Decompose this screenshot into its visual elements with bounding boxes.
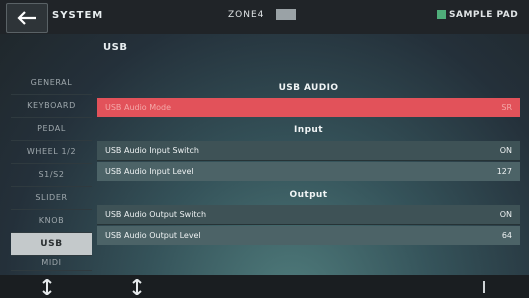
top-bar: SYSTEM ZONE4 SAMPLE PAD — [0, 0, 529, 34]
sidebar-item-general[interactable]: GENERAL — [11, 72, 92, 95]
output-level-label: USB Audio Output Level — [105, 231, 201, 240]
sidebar-item-s1s2[interactable]: S1/S2 — [11, 164, 92, 187]
input-switch-label: USB Audio Input Switch — [105, 146, 199, 155]
input-level-label: USB Audio Input Level — [105, 167, 194, 176]
sample-pad-indicator — [437, 10, 446, 19]
usb-audio-mode-label: USB Audio Mode — [105, 103, 172, 112]
zone-label: ZONE4 — [228, 10, 265, 20]
sidebar-item-wheel[interactable]: WHEEL 1/2 — [11, 141, 92, 164]
screen-title: SYSTEM — [52, 10, 104, 21]
input-level-value: 127 — [496, 167, 512, 176]
sidebar-item-midi[interactable]: MIDI — [11, 256, 92, 271]
usb-audio-mode-row[interactable]: USB Audio Mode SR — [97, 98, 520, 117]
input-section-title: Input — [294, 125, 323, 135]
up-down-arrow-icon — [42, 279, 52, 295]
sidebar-item-knob[interactable]: KNOB — [11, 210, 92, 233]
sample-pad-label: SAMPLE PAD — [449, 10, 519, 20]
output-switch-value: ON — [499, 210, 512, 219]
row-divider — [97, 224, 520, 225]
bottom-bar — [0, 275, 529, 298]
output-switch-label: USB Audio Output Switch — [105, 210, 207, 219]
usb-audio-mode-value: SR — [501, 103, 512, 112]
input-switch-row[interactable]: USB Audio Input Switch ON — [97, 141, 520, 160]
system-screen: SYSTEM ZONE4 SAMPLE PAD USB GENERAL KEYB… — [0, 0, 529, 298]
input-switch-value: ON — [499, 146, 512, 155]
knob1-assign[interactable] — [40, 279, 54, 295]
sidebar-item-keyboard[interactable]: KEYBOARD — [11, 95, 92, 118]
back-button[interactable] — [6, 3, 48, 33]
sidebar-item-usb[interactable]: USB — [11, 233, 92, 256]
knob2-assign[interactable] — [130, 279, 144, 295]
output-level-value: 64 — [501, 231, 512, 240]
output-switch-row[interactable]: USB Audio Output Switch ON — [97, 205, 520, 224]
input-level-row[interactable]: USB Audio Input Level 127 — [97, 162, 520, 181]
output-level-row[interactable]: USB Audio Output Level 64 — [97, 226, 520, 245]
knob-indicator-tick — [483, 281, 485, 293]
zone-indicator — [276, 9, 296, 20]
up-down-arrow-icon — [132, 279, 142, 295]
usb-audio-section-title: USB AUDIO — [278, 83, 339, 93]
row-divider — [97, 160, 520, 161]
sidebar-item-pedal[interactable]: PEDAL — [11, 118, 92, 141]
page-title: USB — [103, 42, 128, 53]
output-section-title: Output — [289, 190, 328, 200]
arrow-left-icon — [17, 11, 36, 25]
sidebar-item-slider[interactable]: SLIDER — [11, 187, 92, 210]
sidebar: GENERAL KEYBOARD PEDAL WHEEL 1/2 S1/S2 S… — [11, 72, 92, 271]
